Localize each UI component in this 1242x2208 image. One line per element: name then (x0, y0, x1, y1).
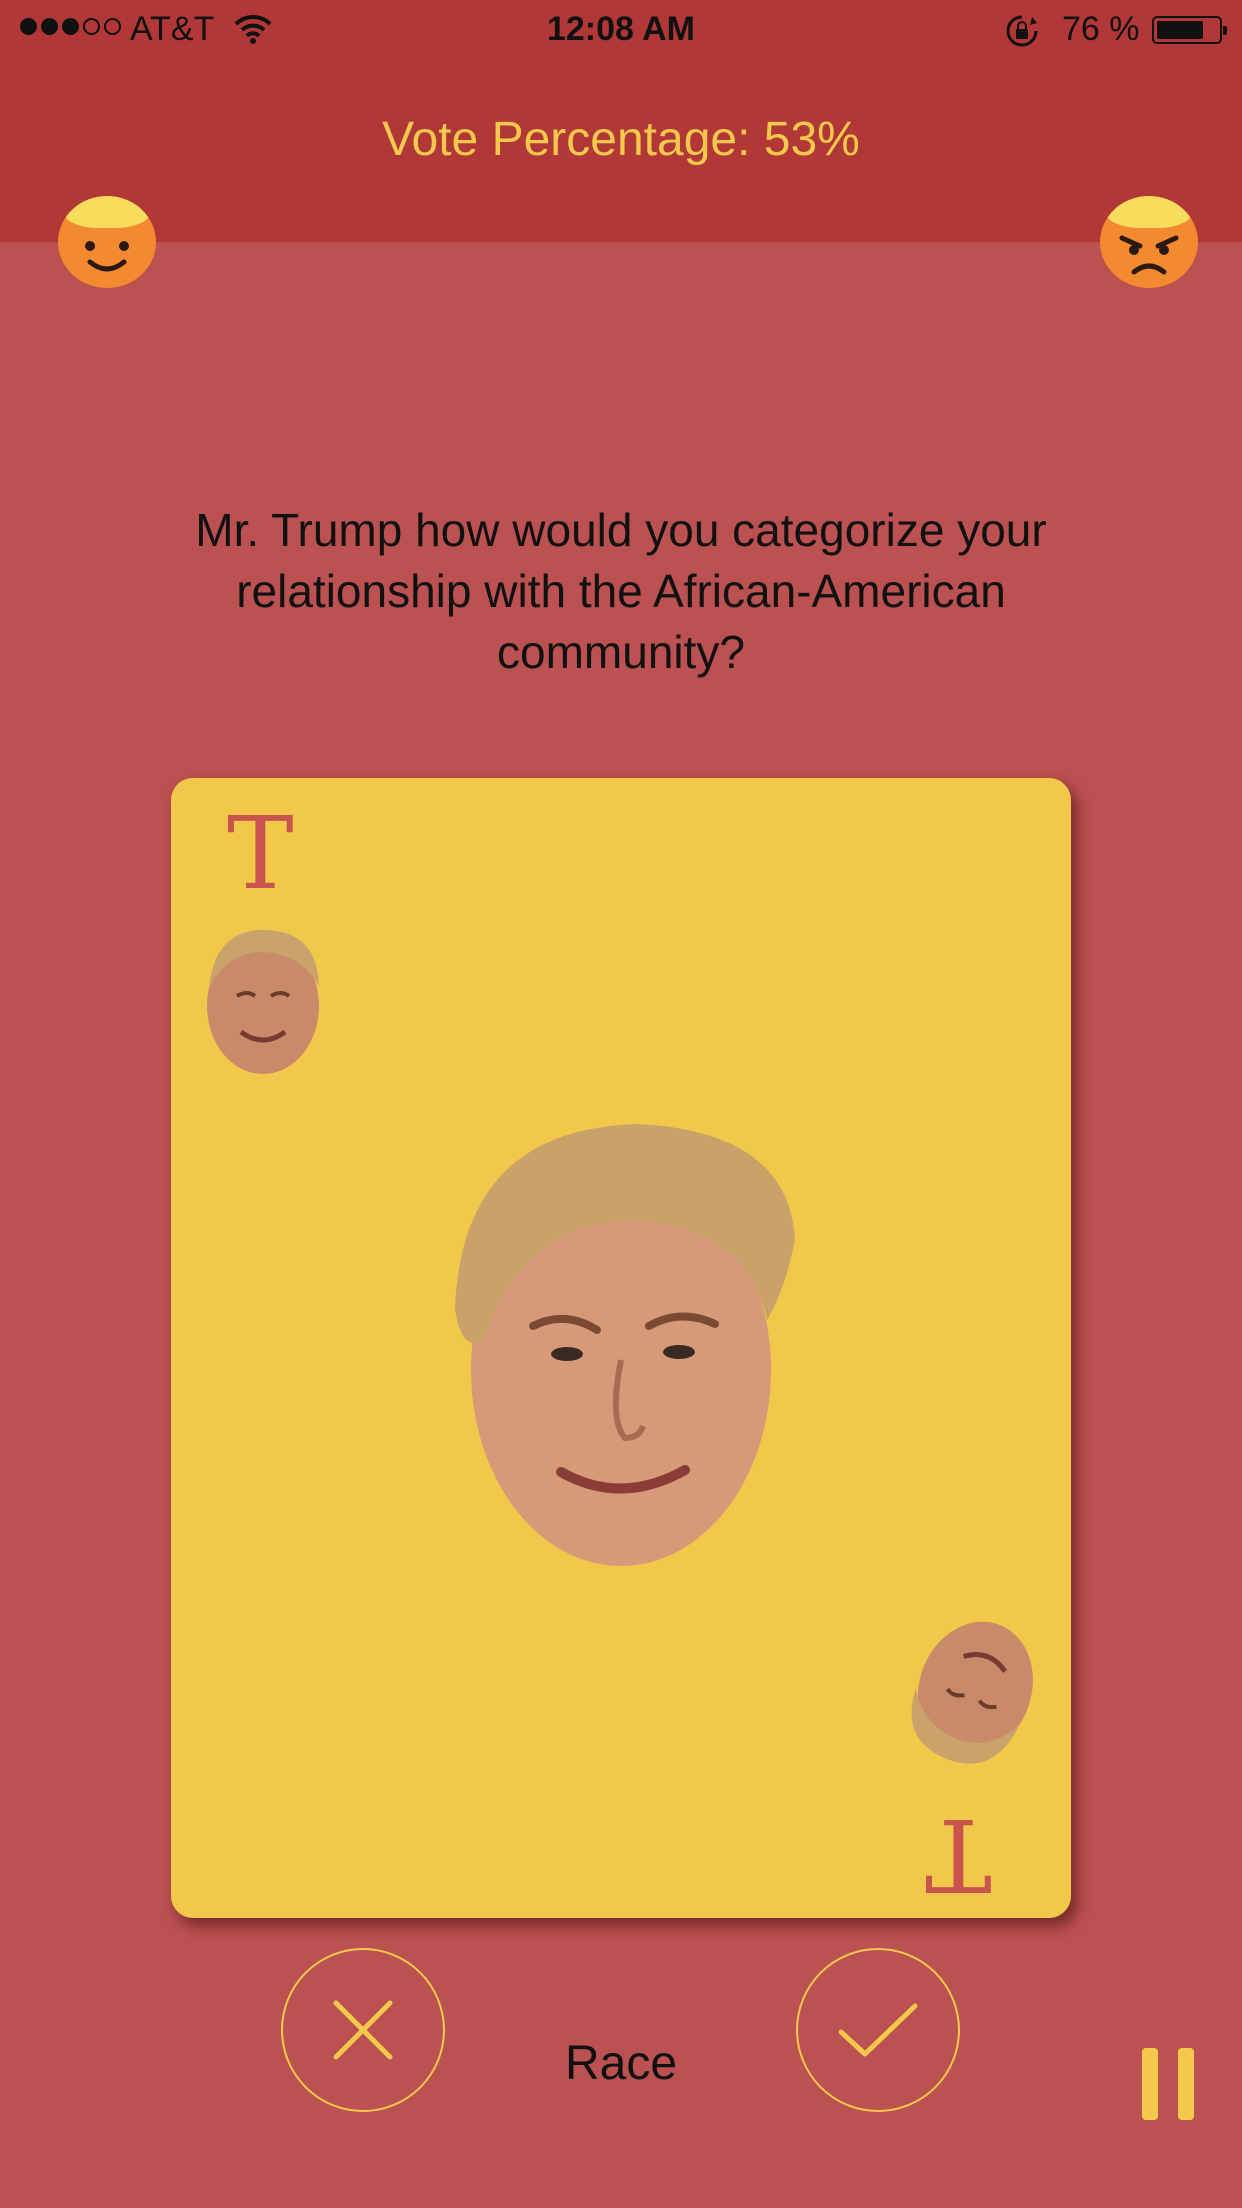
vote-percentage: Vote Percentage: 53% (382, 113, 860, 166)
question-line: community? (497, 626, 745, 678)
checkmark-icon (838, 2003, 918, 2057)
battery-icon (1152, 16, 1227, 44)
portrait-small-bottom (911, 1621, 1033, 1764)
card-corner-letter-top: T (227, 795, 294, 912)
card-corner-letter-bottom: T (925, 1796, 992, 1913)
angry-face-icon (1100, 196, 1198, 288)
approve-button[interactable] (796, 1948, 960, 2112)
status-bar: AT&T 12:08 AM 76 % (0, 0, 1242, 60)
portrait-small-top (207, 929, 319, 1074)
question-text: Mr. Trump how would you categorize your … (120, 500, 1122, 683)
pause-button[interactable] (1140, 2048, 1196, 2124)
question-line: relationship with the African-American (236, 565, 1006, 617)
battery-percentage: 76 % (1062, 10, 1140, 48)
question-line: Mr. Trump how would you categorize your (195, 504, 1047, 556)
portrait-large-center (455, 1124, 795, 1566)
rotation-lock-icon (1006, 15, 1038, 47)
category-label: Race (564, 2037, 678, 2090)
clock: 12:08 AM (546, 10, 696, 48)
happy-face-icon (58, 196, 156, 288)
question-card[interactable]: T T (171, 778, 1071, 1918)
pause-icon (1142, 2048, 1158, 2120)
